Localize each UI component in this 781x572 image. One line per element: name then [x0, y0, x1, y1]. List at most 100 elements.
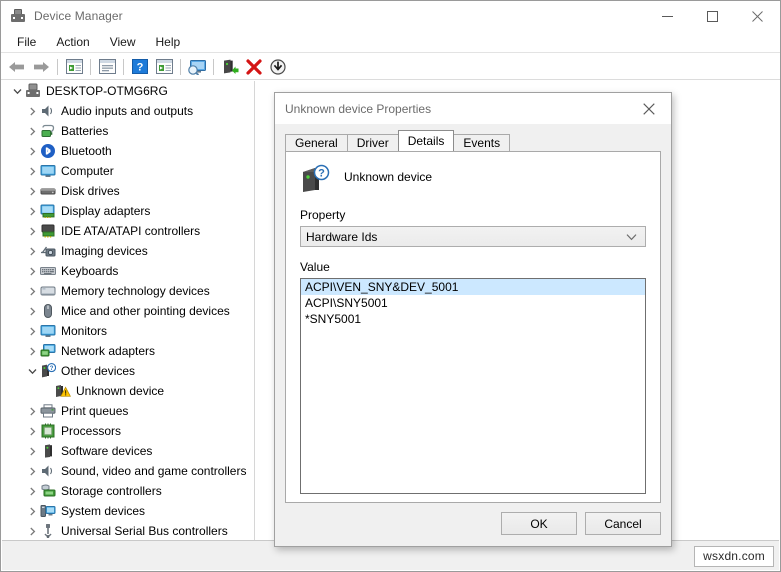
value-listbox[interactable]: ACPI\VEN_SNY&DEV_5001 ACPI\SNY5001 *SNY5… [300, 278, 646, 494]
tree-item-system-devices[interactable]: System devices [2, 501, 254, 521]
tree-item-audio[interactable]: Audio inputs and outputs [2, 101, 254, 121]
tree-item-network-adapters[interactable]: Network adapters [2, 341, 254, 361]
tree-item-keyboards[interactable]: Keyboards [2, 261, 254, 281]
property-dropdown[interactable]: Hardware Ids [300, 226, 646, 247]
show-hidden-devices-icon[interactable] [62, 56, 86, 78]
chevron-right-icon[interactable] [24, 221, 40, 241]
chevron-right-icon[interactable] [24, 421, 40, 441]
window-controls [645, 1, 780, 31]
menu-item-action[interactable]: Action [46, 32, 99, 52]
cancel-button[interactable]: Cancel [585, 512, 661, 535]
forward-arrow-icon[interactable] [29, 56, 53, 78]
tree-item-sound-video-game[interactable]: Sound, video and game controllers [2, 461, 254, 481]
system-device-icon [40, 503, 56, 519]
imaging-device-icon [40, 243, 56, 259]
tab-events[interactable]: Events [453, 134, 511, 151]
tree-item-monitors[interactable]: Monitors [2, 321, 254, 341]
chevron-down-icon[interactable] [24, 361, 40, 381]
update-driver-icon[interactable] [152, 56, 176, 78]
chevron-down-icon[interactable] [9, 81, 25, 101]
back-arrow-icon[interactable] [5, 56, 29, 78]
properties-icon[interactable] [95, 56, 119, 78]
tree-item-label: Mice and other pointing devices [61, 304, 230, 318]
tree-item-usb-controllers[interactable]: Universal Serial Bus controllers [2, 521, 254, 540]
chevron-right-icon[interactable] [24, 101, 40, 121]
dialog-title: Unknown device Properties [285, 101, 432, 116]
scan-hardware-changes-icon[interactable] [185, 56, 209, 78]
chevron-right-icon[interactable] [24, 521, 40, 540]
tree-item-label: Imaging devices [61, 244, 148, 258]
install-legacy-hardware-icon[interactable] [266, 56, 290, 78]
tree-item-display-adapters[interactable]: Display adapters [2, 201, 254, 221]
tree-item-bluetooth[interactable]: Bluetooth [2, 141, 254, 161]
device-header: ? Unknown device [286, 152, 660, 194]
chevron-right-icon[interactable] [24, 201, 40, 221]
tree-item-software-devices[interactable]: Software devices [2, 441, 254, 461]
memory-device-icon [40, 283, 56, 299]
panel-divider[interactable] [254, 81, 255, 540]
dialog-tabstrip: General Driver Details Events [285, 130, 511, 151]
computer-root-icon [25, 83, 41, 99]
chevron-right-icon[interactable] [24, 301, 40, 321]
tree-item-desktop[interactable]: DESKTOP-OTMG6RG [2, 81, 254, 101]
value-row[interactable]: *SNY5001 [301, 311, 645, 327]
svg-text:?: ? [318, 167, 325, 179]
tree-item-ide-controllers[interactable]: IDE ATA/ATAPI controllers [2, 221, 254, 241]
chevron-right-icon[interactable] [24, 181, 40, 201]
minimize-button[interactable] [645, 1, 690, 31]
chevron-down-icon[interactable] [626, 227, 637, 246]
tree-item-imaging-devices[interactable]: Imaging devices [2, 241, 254, 261]
details-tab-panel: ? Unknown device Property Hardware Ids V… [285, 151, 661, 503]
chevron-right-icon[interactable] [24, 121, 40, 141]
tree-item-computer[interactable]: Computer [2, 161, 254, 181]
tree-item-label: Display adapters [61, 204, 151, 218]
dialog-close-button[interactable] [627, 93, 671, 124]
tab-general[interactable]: General [285, 134, 348, 151]
chevron-right-icon[interactable] [24, 161, 40, 181]
tree-item-label: Software devices [61, 444, 153, 458]
chevron-right-icon[interactable] [24, 481, 40, 501]
tab-driver[interactable]: Driver [346, 134, 399, 151]
unknown-device-warning-icon [55, 383, 71, 399]
chevron-right-icon[interactable] [24, 241, 40, 261]
chevron-right-icon[interactable] [24, 401, 40, 421]
chevron-right-icon[interactable] [24, 341, 40, 361]
tree-item-mice[interactable]: Mice and other pointing devices [2, 301, 254, 321]
help-icon[interactable]: ? [128, 56, 152, 78]
value-label: Value [300, 260, 330, 274]
enable-device-icon[interactable] [218, 56, 242, 78]
tree-item-label: Processors [61, 424, 122, 438]
tree-item-label: Bluetooth [61, 144, 112, 158]
maximize-button[interactable] [690, 1, 735, 31]
toolbar-separator [123, 58, 124, 75]
tree-item-other-devices[interactable]: ? Other devices [2, 361, 254, 381]
chevron-right-icon[interactable] [24, 461, 40, 481]
uninstall-device-icon[interactable] [242, 56, 266, 78]
device-tree[interactable]: DESKTOP-OTMG6RG Audio inputs and outputs [2, 81, 254, 540]
menu-item-help[interactable]: Help [146, 32, 191, 52]
tree-item-label: Monitors [61, 324, 108, 338]
tree-item-memory-devices[interactable]: Memory technology devices [2, 281, 254, 301]
value-row[interactable]: ACPI\SNY5001 [301, 295, 645, 311]
tree-item-unknown-device[interactable]: Unknown device [2, 381, 254, 401]
tree-item-print-queues[interactable]: Print queues [2, 401, 254, 421]
toolbar-separator [90, 58, 91, 75]
tree-item-processors[interactable]: Processors [2, 421, 254, 441]
menu-item-view[interactable]: View [100, 32, 146, 52]
tree-item-storage-controllers[interactable]: Storage controllers [2, 481, 254, 501]
title-bar: Device Manager [1, 1, 780, 31]
chevron-right-icon[interactable] [24, 501, 40, 521]
chevron-right-icon[interactable] [24, 141, 40, 161]
value-row[interactable]: ACPI\VEN_SNY&DEV_5001 [301, 279, 645, 295]
tree-item-batteries[interactable]: Batteries [2, 121, 254, 141]
ok-button[interactable]: OK [501, 512, 577, 535]
tree-item-disk-drives[interactable]: Disk drives [2, 181, 254, 201]
chevron-right-icon[interactable] [24, 281, 40, 301]
monitor-icon [40, 163, 56, 179]
chevron-right-icon[interactable] [24, 441, 40, 461]
chevron-right-icon[interactable] [24, 321, 40, 341]
close-button[interactable] [735, 1, 780, 31]
chevron-right-icon[interactable] [24, 261, 40, 281]
menu-item-file[interactable]: File [7, 32, 46, 52]
tab-details[interactable]: Details [397, 130, 455, 151]
